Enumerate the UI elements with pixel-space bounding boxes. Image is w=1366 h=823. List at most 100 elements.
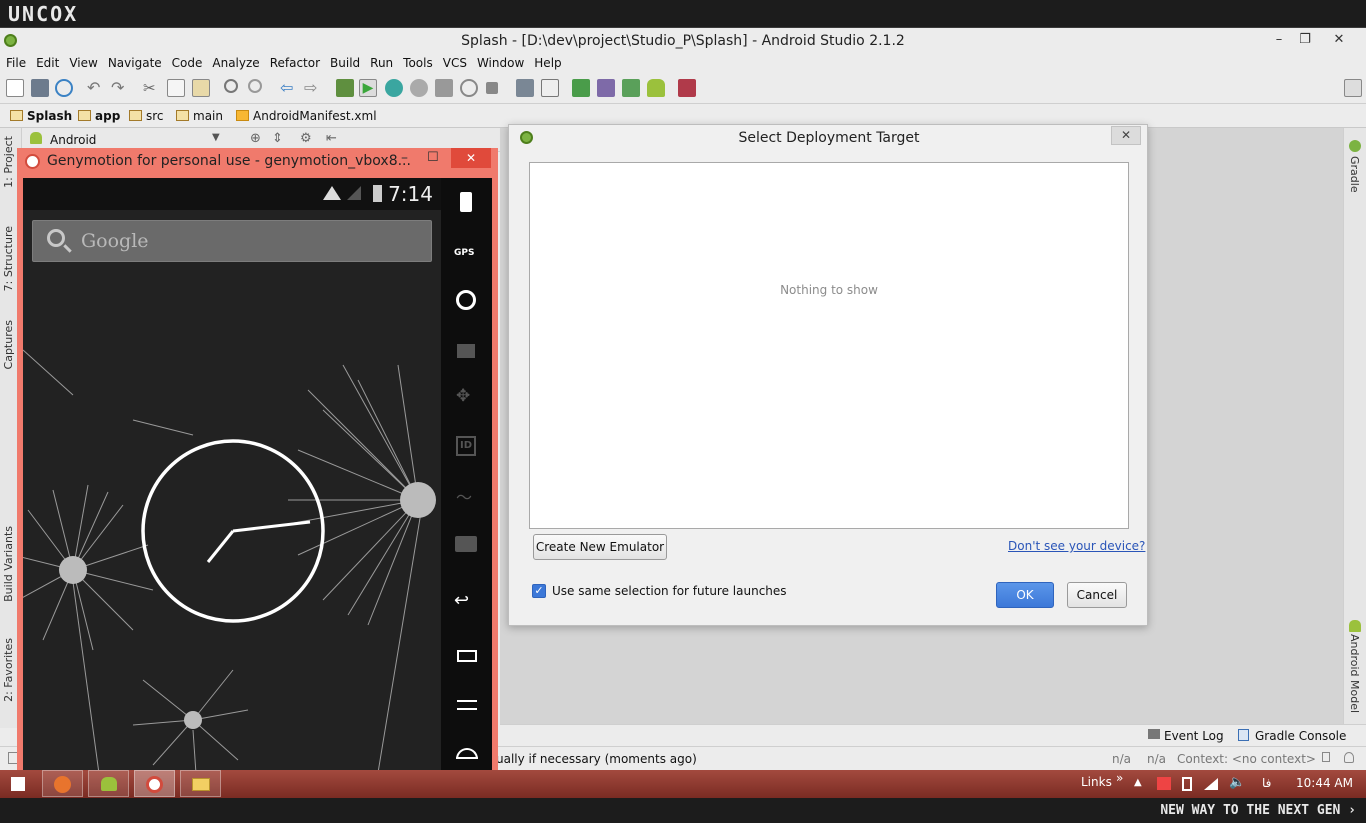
dont-see-device-link[interactable]: Don't see your device? xyxy=(1008,539,1145,553)
sdk-manager-icon[interactable] xyxy=(541,79,559,97)
windows-start-icon[interactable] xyxy=(11,777,25,791)
dialog-close-button[interactable]: ✕ xyxy=(1111,126,1141,145)
tab-android-model[interactable]: Android Model xyxy=(1348,634,1361,713)
cancel-button[interactable]: Cancel xyxy=(1067,582,1127,608)
scroll-from-source-icon[interactable]: ⊕ xyxy=(250,131,261,146)
rss-widget-icon[interactable]: 〜 xyxy=(456,484,472,508)
genymotion-close-button[interactable]: ✕ xyxy=(451,148,491,168)
rerun-icon[interactable] xyxy=(460,79,478,97)
menu-edit[interactable]: Edit xyxy=(31,54,64,72)
copy-icon[interactable] xyxy=(167,79,185,97)
crumb-manifest[interactable]: AndroidManifest.xml xyxy=(236,109,377,123)
stop-icon[interactable] xyxy=(486,82,498,94)
back-nav-icon[interactable]: ↩ xyxy=(454,590,469,611)
security-alert-icon[interactable] xyxy=(1157,777,1171,790)
user-icon[interactable] xyxy=(1344,79,1362,97)
input-language-indicator[interactable]: فا xyxy=(1262,776,1271,790)
crumb-app[interactable]: app xyxy=(78,109,120,123)
menu-run[interactable]: Run xyxy=(365,54,398,72)
device-list[interactable]: Nothing to show xyxy=(529,162,1129,529)
menu-help[interactable]: Help xyxy=(529,54,566,72)
camera-widget-icon[interactable] xyxy=(456,290,476,310)
redo-icon[interactable]: ↷ xyxy=(111,79,129,97)
sync-icon[interactable] xyxy=(55,79,73,97)
menu-file[interactable]: File xyxy=(0,54,31,72)
replace-icon[interactable] xyxy=(248,79,262,93)
android-monitor-icon[interactable] xyxy=(647,79,665,97)
tab-gradle[interactable]: Gradle xyxy=(1348,156,1361,193)
tab-favorites[interactable]: 2: Favorites xyxy=(2,638,15,702)
find-icon[interactable] xyxy=(224,79,238,93)
crumb-splash[interactable]: Splash xyxy=(10,109,72,123)
gps-widget-icon[interactable]: GPS xyxy=(454,248,474,258)
menu-view[interactable]: View xyxy=(64,54,102,72)
create-new-emulator-button[interactable]: Create New Emulator xyxy=(533,534,667,560)
capture-widget-icon[interactable] xyxy=(457,344,475,358)
undo-icon[interactable]: ↶ xyxy=(87,79,105,97)
links-toolbar[interactable]: Links xyxy=(1081,775,1112,789)
debug-icon[interactable] xyxy=(385,79,403,97)
android-screen[interactable]: 7:14 Google xyxy=(23,178,441,803)
run-icon[interactable]: ▶ xyxy=(359,79,377,97)
volume-tray-icon[interactable]: 🔈 xyxy=(1229,775,1245,790)
open-icon[interactable] xyxy=(6,79,24,97)
chevron-down-icon[interactable]: ▼ xyxy=(212,132,220,143)
sms-widget-icon[interactable] xyxy=(455,536,477,552)
same-selection-checkbox[interactable]: ✓ xyxy=(532,584,546,598)
forward-icon[interactable]: ⇨ xyxy=(304,79,322,97)
menu-tools[interactable]: Tools xyxy=(398,54,438,72)
google-search-bar[interactable]: Google xyxy=(32,220,432,262)
lock-icon[interactable] xyxy=(1322,752,1330,762)
cut-icon[interactable]: ✂ xyxy=(143,79,161,97)
gradle-sync-icon[interactable] xyxy=(572,79,590,97)
genymotion-minimize-button[interactable]: – xyxy=(401,150,408,166)
coverage-icon[interactable] xyxy=(435,79,453,97)
same-selection-label[interactable]: Use same selection for future launches xyxy=(552,584,787,598)
close-button[interactable]: ✕ xyxy=(1316,31,1362,49)
project-view-selector[interactable]: Android xyxy=(50,133,96,147)
tab-build-variants[interactable]: Build Variants xyxy=(2,526,15,602)
menu-analyze[interactable]: Analyze xyxy=(207,54,264,72)
recent-apps-icon[interactable] xyxy=(457,650,477,662)
battery-tray-icon[interactable] xyxy=(1182,777,1192,791)
make-project-icon[interactable] xyxy=(336,79,354,97)
device-id-widget-icon[interactable]: ID xyxy=(456,436,476,456)
taskbar-genymotion[interactable] xyxy=(134,770,175,797)
dpad-widget-icon[interactable]: ✥ xyxy=(456,386,470,406)
tab-captures[interactable]: Captures xyxy=(2,320,15,369)
tray-up-arrow-icon[interactable]: ▲ xyxy=(1134,777,1142,788)
android-sdk-icon[interactable] xyxy=(622,79,640,97)
tab-project[interactable]: 1: Project xyxy=(2,136,15,188)
tab-gradle-console[interactable]: Gradle Console xyxy=(1255,729,1346,743)
collapse-all-icon[interactable]: ⇕ xyxy=(272,131,283,146)
menu-vcs[interactable]: VCS xyxy=(438,54,472,72)
menu-navigate[interactable]: Navigate xyxy=(103,54,167,72)
crumb-main[interactable]: main xyxy=(176,109,223,123)
status-context[interactable]: Context: <no context> xyxy=(1177,752,1316,766)
avd-manager-icon[interactable] xyxy=(597,79,615,97)
battery-widget-icon[interactable] xyxy=(460,192,472,212)
taskbar-file-explorer[interactable] xyxy=(180,770,221,797)
genymotion-device-icon[interactable] xyxy=(678,79,696,97)
genymotion-maximize-button[interactable]: ☐ xyxy=(427,150,439,165)
inspector-icon[interactable] xyxy=(1344,752,1354,763)
ok-button[interactable]: OK xyxy=(996,582,1054,608)
menu-refactor[interactable]: Refactor xyxy=(265,54,325,72)
taskbar-firefox[interactable] xyxy=(42,770,83,797)
menu-nav-icon[interactable] xyxy=(457,700,477,710)
taskbar-android-studio[interactable] xyxy=(88,770,129,797)
links-chevron-icon[interactable]: » xyxy=(1116,771,1123,785)
menu-window[interactable]: Window xyxy=(472,54,529,72)
crumb-src[interactable]: src xyxy=(129,109,164,123)
home-nav-icon[interactable] xyxy=(456,748,478,759)
tab-structure[interactable]: 7: Structure xyxy=(2,226,15,291)
analog-clock-widget[interactable] xyxy=(140,438,326,624)
network-tray-icon[interactable] xyxy=(1204,778,1218,790)
tab-event-log[interactable]: Event Log xyxy=(1164,729,1224,743)
paste-icon[interactable] xyxy=(192,79,210,97)
gear-icon[interactable]: ⚙ xyxy=(300,131,312,146)
system-clock[interactable]: 10:44 AM xyxy=(1296,776,1353,790)
attach-debugger-icon[interactable] xyxy=(410,79,428,97)
back-icon[interactable]: ⇦ xyxy=(280,79,298,97)
menu-code[interactable]: Code xyxy=(167,54,208,72)
